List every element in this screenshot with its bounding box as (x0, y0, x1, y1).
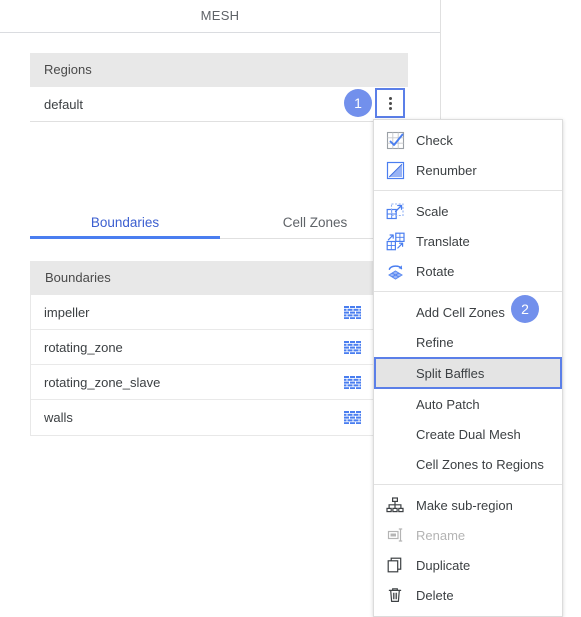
menu-item-label: Rotate (416, 263, 455, 279)
menu-item-label: Duplicate (416, 557, 471, 573)
menu-item-label: Rename (416, 527, 466, 543)
kebab-dot (388, 106, 392, 110)
tab-boundaries[interactable]: Boundaries (30, 207, 220, 238)
hierarchy-icon (384, 494, 406, 516)
region-context-menu: Check Renumber Scale Translate Rotate Ad… (373, 119, 563, 617)
menu-item-renumber[interactable]: Renumber (374, 155, 562, 185)
wall-brick-icon (344, 305, 361, 319)
rename-icon (384, 524, 406, 546)
menu-item-duplicate[interactable]: Duplicate (374, 550, 562, 580)
table-row[interactable]: rotating_zone (31, 330, 407, 365)
boundary-name: rotating_zone_slave (44, 374, 161, 390)
menu-item-label: Delete (416, 587, 454, 603)
tab-active-indicator (30, 236, 220, 239)
more-vertical-icon[interactable] (375, 88, 405, 118)
menu-item-rotate[interactable]: Rotate (374, 256, 562, 286)
boundary-name: impeller (44, 304, 90, 320)
kebab-dot (388, 101, 392, 105)
menu-item-rename: Rename (374, 520, 562, 550)
table-row[interactable]: impeller (31, 295, 407, 330)
menu-item-refine[interactable]: Refine (374, 327, 562, 357)
trash-icon (384, 584, 406, 606)
mesh-translate-icon (384, 230, 406, 252)
menu-item-auto-patch[interactable]: Auto Patch (374, 389, 562, 419)
menu-item-label: Create Dual Mesh (416, 426, 521, 442)
callout-badge-2: 2 (511, 295, 539, 323)
wall-brick-icon (344, 411, 361, 424)
menu-separator (374, 484, 562, 485)
mesh-scale-icon (384, 200, 406, 222)
mesh-renumber-icon (384, 159, 406, 181)
regions-table-header: Regions (30, 53, 408, 87)
menu-item-create-dual-mesh[interactable]: Create Dual Mesh (374, 419, 562, 449)
callout-badge-1: 1 (344, 89, 372, 117)
menu-item-label: Check (416, 132, 453, 148)
menu-item-cell-zones-to-regions[interactable]: Cell Zones to Regions (374, 449, 562, 479)
menu-item-label: Auto Patch (416, 396, 480, 412)
menu-item-make-sub-region[interactable]: Make sub-region (374, 490, 562, 520)
table-row[interactable]: walls (31, 400, 407, 435)
page-title: MESH (200, 8, 240, 23)
menu-item-label: Translate (416, 233, 470, 249)
wall-brick-icon (344, 375, 361, 389)
menu-item-delete[interactable]: Delete (374, 580, 562, 610)
boundary-name: rotating_zone (44, 339, 123, 355)
menu-item-label: Add Cell Zones (416, 304, 505, 320)
title-divider (0, 32, 440, 33)
boundaries-table: Boundaries impeller rotating_zone rotati… (30, 261, 408, 436)
wall-brick-icon (344, 340, 361, 354)
kebab-dot (388, 96, 392, 100)
menu-item-label: Renumber (416, 162, 477, 178)
menu-separator (374, 190, 562, 191)
menu-item-check[interactable]: Check (374, 125, 562, 155)
duplicate-icon (384, 554, 406, 576)
menu-item-label: Cell Zones to Regions (416, 456, 544, 472)
boundaries-table-header: Boundaries (31, 261, 407, 295)
mesh-rotate-icon (384, 260, 406, 282)
menu-item-label: Refine (416, 334, 454, 350)
table-row[interactable]: rotating_zone_slave (31, 365, 407, 400)
menu-item-label: Scale (416, 203, 449, 219)
region-name: default (44, 97, 84, 112)
mesh-check-icon (384, 129, 406, 151)
menu-item-label: Make sub-region (416, 497, 513, 513)
menu-item-label: Split Baffles (416, 365, 485, 381)
boundary-name: walls (44, 410, 73, 425)
menu-item-scale[interactable]: Scale (374, 196, 562, 226)
menu-separator (374, 291, 562, 292)
menu-item-translate[interactable]: Translate (374, 226, 562, 256)
menu-item-split-baffles[interactable]: Split Baffles (374, 357, 562, 389)
